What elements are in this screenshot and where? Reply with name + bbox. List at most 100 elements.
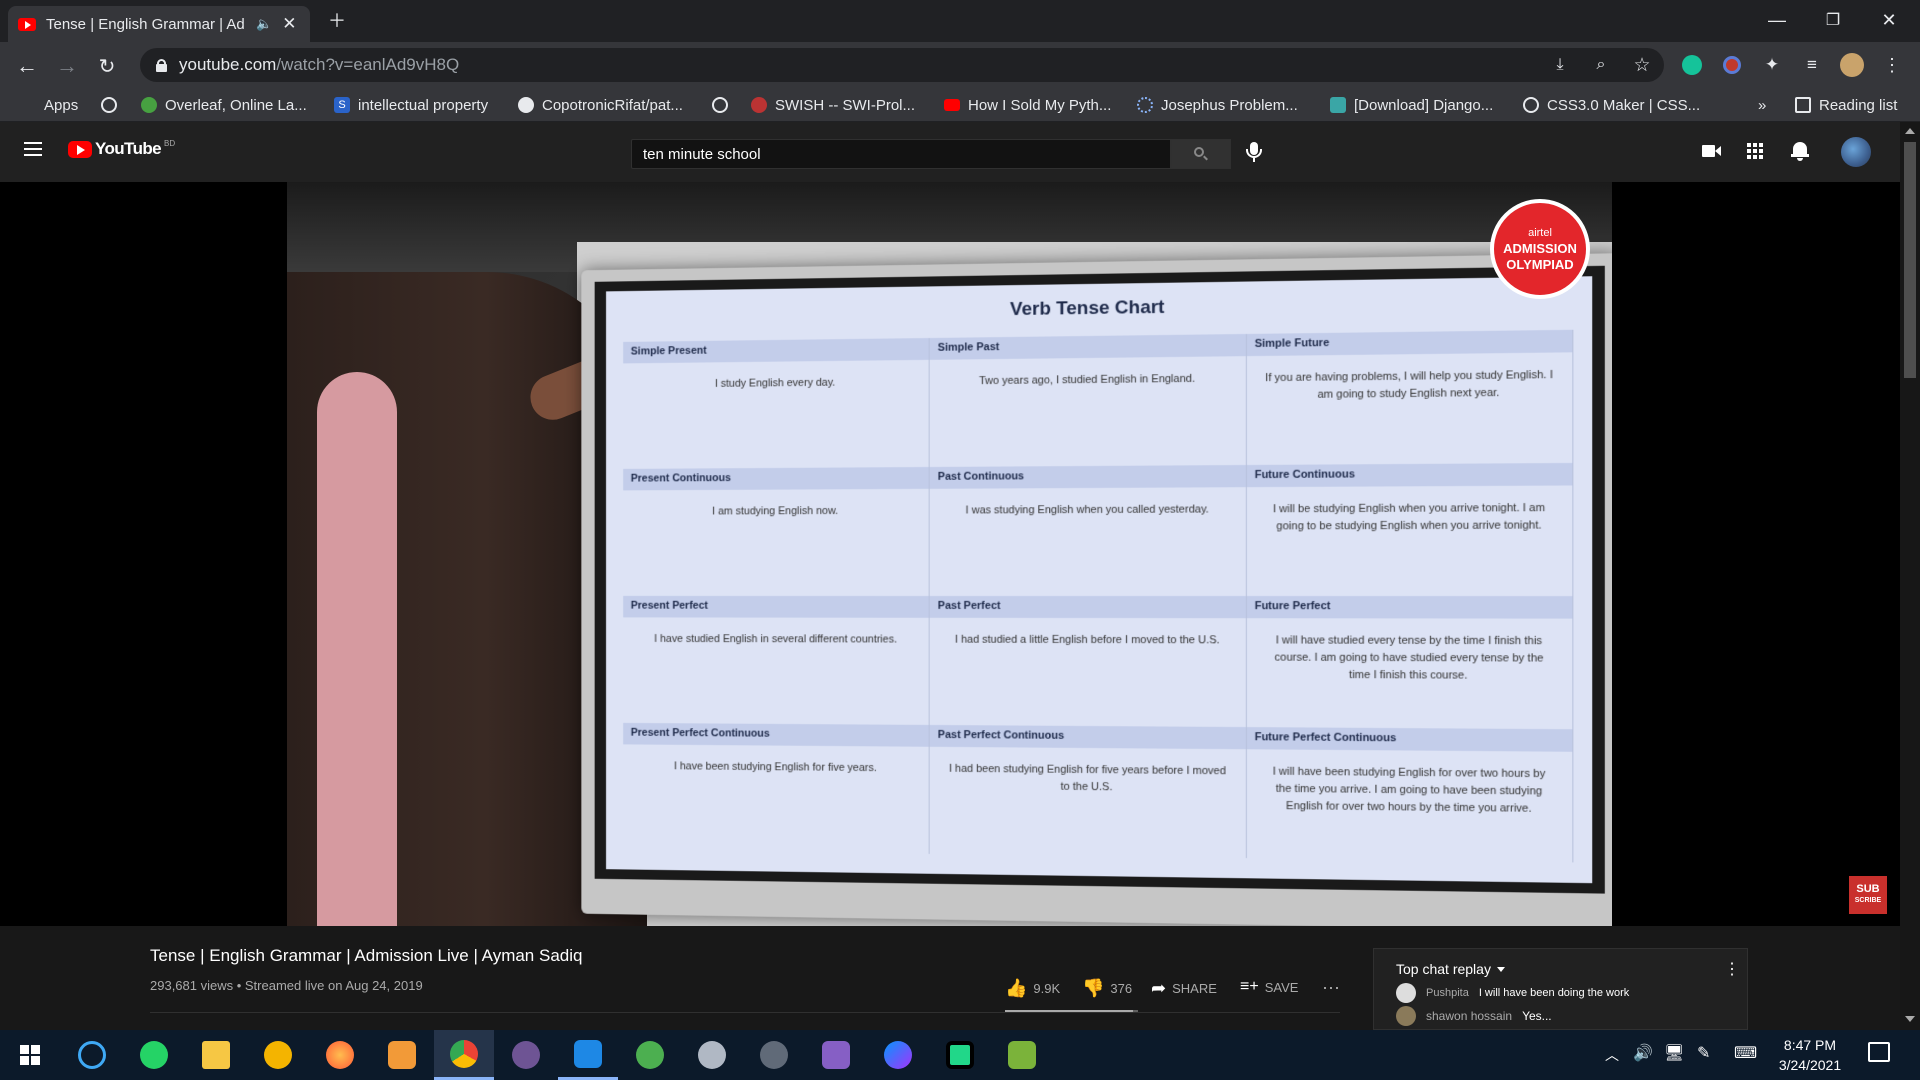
scroll-down-arrow-icon[interactable] bbox=[1905, 1016, 1915, 1022]
media-control-icon[interactable]: ≡ bbox=[1800, 53, 1824, 77]
reload-button[interactable]: ↻ bbox=[93, 52, 121, 80]
network-icon[interactable]: 🖥 bbox=[1664, 1043, 1684, 1063]
install-app-icon[interactable]: ⤓ bbox=[1548, 53, 1572, 77]
minimize-button[interactable]: — bbox=[1754, 6, 1800, 34]
taskbar-app-4[interactable] bbox=[682, 1030, 742, 1080]
audio-playing-icon[interactable]: 🔈 bbox=[256, 16, 272, 32]
search-button[interactable] bbox=[1171, 139, 1231, 169]
bookmark-django[interactable]: [Download] Django... bbox=[1330, 94, 1493, 116]
chat-mode-dropdown[interactable]: Top chat replay bbox=[1396, 961, 1505, 977]
share-label: SHARE bbox=[1172, 981, 1217, 996]
bookmark-intellectual-property[interactable]: Sintellectual property bbox=[334, 94, 488, 116]
scrollbar-thumb[interactable] bbox=[1904, 142, 1916, 378]
bookmark-label: Overleaf, Online La... bbox=[165, 96, 307, 114]
address-bar[interactable]: youtube.com/watch?v=eanlAd9vH8Q bbox=[140, 48, 1664, 82]
zoom-icon[interactable]: ⌕ bbox=[1589, 53, 1613, 77]
taskbar-clock[interactable]: 8:47 PM 3/24/2021 bbox=[1760, 1035, 1860, 1075]
grammarly-extension-icon[interactable] bbox=[1680, 53, 1704, 77]
monitor-bezel: Verb Tense Chart Simple Present I study E… bbox=[581, 253, 1612, 926]
save-button[interactable]: ≡+ SAVE bbox=[1240, 978, 1298, 996]
taskbar-visual-studio[interactable] bbox=[806, 1030, 866, 1080]
taskbar-app-5[interactable] bbox=[744, 1030, 804, 1080]
page-scrollbar[interactable] bbox=[1900, 122, 1920, 1030]
more-bookmarks-button[interactable]: » bbox=[1758, 94, 1766, 116]
bookmark-swish[interactable]: SWISH -- SWI-Prol... bbox=[751, 94, 915, 116]
create-video-icon[interactable] bbox=[1702, 144, 1722, 158]
search-icon bbox=[1194, 147, 1208, 161]
voice-search-icon[interactable] bbox=[1243, 140, 1265, 164]
bookmark-overleaf[interactable]: Overleaf, Online La... bbox=[141, 94, 307, 116]
new-tab-button[interactable]: ＋ bbox=[320, 6, 354, 34]
taskbar-chrome[interactable] bbox=[434, 1030, 494, 1080]
whatsapp-icon bbox=[140, 1041, 168, 1069]
tense-cell: Simple Future If you are having problems,… bbox=[1246, 329, 1574, 465]
youtube-logo[interactable]: YouTube BD bbox=[68, 139, 175, 159]
taskbar-app-6[interactable] bbox=[992, 1030, 1052, 1080]
video-meta: 293,681 views • Streamed live on Aug 24,… bbox=[150, 978, 423, 993]
bookmark-css-maker[interactable]: CSS3.0 Maker | CSS... bbox=[1523, 94, 1700, 116]
extensions-puzzle-icon[interactable]: ✦ bbox=[1760, 53, 1784, 77]
taskbar-pycharm[interactable] bbox=[930, 1030, 990, 1080]
taskbar-app-3[interactable] bbox=[620, 1030, 680, 1080]
browser-tab-active[interactable]: Tense | English Grammar | Ad 🔈 ✕ bbox=[8, 6, 310, 42]
extension-icon[interactable] bbox=[1720, 53, 1744, 77]
taskbar-whatsapp[interactable] bbox=[124, 1030, 184, 1080]
live-chat-replay[interactable]: Top chat replay ⋮ Pushpita I will have b… bbox=[1373, 948, 1748, 1030]
show-hidden-icons[interactable]: ︿ bbox=[1605, 1045, 1619, 1065]
tab-close-icon[interactable]: ✕ bbox=[282, 14, 296, 34]
badge-line-admission: ADMISSION bbox=[1503, 241, 1577, 256]
taskbar-file-explorer[interactable] bbox=[186, 1030, 246, 1080]
action-center-icon[interactable] bbox=[1868, 1042, 1890, 1062]
dislike-button[interactable]: 👎 376 bbox=[1082, 978, 1132, 999]
tense-example: I will have been studying English for ov… bbox=[1272, 765, 1546, 815]
search-input[interactable]: ten minute school bbox=[631, 139, 1171, 169]
chat-menu-icon[interactable]: ⋮ bbox=[1724, 959, 1740, 979]
keyboard-icon[interactable]: ⌨ bbox=[1734, 1043, 1757, 1063]
scroll-up-arrow-icon[interactable] bbox=[1905, 128, 1915, 134]
taskbar-github[interactable] bbox=[496, 1030, 556, 1080]
taskbar-firefox[interactable] bbox=[310, 1030, 370, 1080]
video-frame[interactable]: Verb Tense Chart Simple Present I study E… bbox=[287, 182, 1612, 926]
bookmark-star-icon[interactable]: ☆ bbox=[1630, 53, 1654, 77]
tense-cell: Past Perfect I had studied a little Engli… bbox=[929, 595, 1247, 728]
hamburger-menu-icon[interactable] bbox=[24, 142, 42, 156]
youtube-apps-icon[interactable] bbox=[1747, 143, 1763, 159]
tense-cell: Present Continuous I am studying English … bbox=[623, 466, 930, 596]
bookmark-josephus[interactable]: Josephus Problem... bbox=[1137, 94, 1298, 116]
lock-icon[interactable] bbox=[156, 58, 167, 72]
bookmark-github[interactable]: CopotronicRifat/pat... bbox=[518, 94, 683, 116]
start-button[interactable] bbox=[0, 1030, 60, 1080]
pen-icon[interactable]: ✎ bbox=[1697, 1043, 1710, 1063]
notifications-bell-icon[interactable] bbox=[1791, 140, 1809, 162]
reading-list-button[interactable]: Reading list bbox=[1795, 94, 1897, 116]
bookmark-label: SWISH -- SWI-Prol... bbox=[775, 96, 915, 114]
restore-button[interactable]: ❐ bbox=[1810, 6, 1856, 34]
profile-avatar[interactable] bbox=[1840, 53, 1864, 77]
volume-icon[interactable]: 🔊 bbox=[1633, 1043, 1653, 1063]
chrome-menu-icon[interactable]: ⋮ bbox=[1880, 53, 1904, 77]
bookmark-apps[interactable]: Apps bbox=[20, 94, 78, 116]
taskbar-vscode[interactable] bbox=[558, 1030, 618, 1080]
chat-message: shawon hossain Yes... bbox=[1396, 1006, 1552, 1026]
bookmark-globe[interactable] bbox=[101, 94, 117, 116]
share-button[interactable]: ➦ SHARE bbox=[1151, 978, 1217, 999]
taskbar-app[interactable] bbox=[248, 1030, 308, 1080]
forward-button[interactable]: → bbox=[53, 52, 81, 80]
taskbar-messenger[interactable] bbox=[868, 1030, 928, 1080]
more-actions-icon[interactable]: ⋯ bbox=[1322, 978, 1340, 999]
taskbar-search-app[interactable] bbox=[62, 1030, 122, 1080]
tense-cell: Past Continuous I was studying English wh… bbox=[929, 464, 1247, 597]
reading-list-icon bbox=[1795, 97, 1811, 113]
taskbar-app-2[interactable] bbox=[372, 1030, 432, 1080]
bookmark-globe-2[interactable] bbox=[712, 94, 728, 116]
subscribe-watermark[interactable]: SUB SCRIBE bbox=[1849, 876, 1887, 914]
account-avatar[interactable] bbox=[1841, 137, 1871, 167]
video-player[interactable]: Verb Tense Chart Simple Present I study E… bbox=[0, 182, 1900, 926]
back-button[interactable]: ← bbox=[13, 52, 41, 80]
globe-icon bbox=[712, 97, 728, 113]
tense-cell: Present Perfect I have studied English in… bbox=[623, 595, 930, 725]
pycharm-icon bbox=[946, 1041, 974, 1069]
bookmark-youtube[interactable]: How I Sold My Pyth... bbox=[944, 94, 1111, 116]
close-window-button[interactable]: ✕ bbox=[1866, 6, 1912, 34]
like-button[interactable]: 👍 9.9K bbox=[1005, 978, 1060, 999]
